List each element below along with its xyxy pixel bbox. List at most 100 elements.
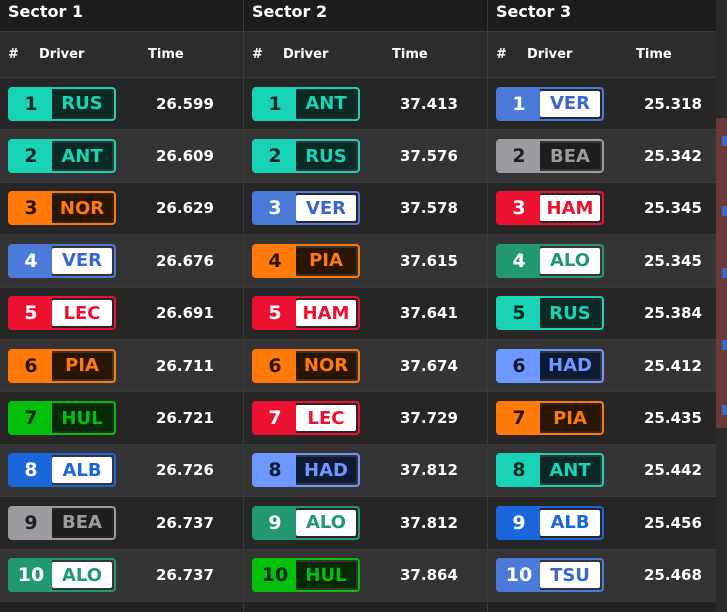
driver-badge[interactable]: 1 RUS [8, 86, 116, 121]
driver-badge[interactable]: 6 HAD [496, 348, 604, 383]
sector-2-title: Sector 2 [244, 0, 487, 31]
position-number: 10 [10, 560, 52, 591]
driver-badge[interactable]: 4 PIA [252, 243, 360, 278]
driver-badge[interactable]: 2 ANT [8, 139, 116, 174]
table-row: 6 NOR 37.674 [244, 339, 487, 393]
table-row: 3 NOR 26.629 [0, 182, 243, 236]
sector-2-column-header: # Driver Time [244, 31, 487, 78]
driver-code: RUS [296, 143, 356, 170]
position-number: 7 [498, 403, 540, 434]
driver-badge[interactable]: 7 HUL [8, 401, 116, 436]
driver-badge[interactable]: 6 NOR [252, 348, 360, 383]
sector-time: 26.599 [156, 94, 214, 113]
driver-badge[interactable]: 3 HAM [496, 191, 604, 226]
sector-2-panel: Sector 2 # Driver Time 1 ANT 37.413 2 RUS 37.… [244, 0, 488, 612]
column-header-time: Time [148, 47, 184, 62]
position-number: 10 [498, 560, 540, 591]
position-number: 1 [10, 88, 52, 119]
sector-time: 25.384 [644, 304, 702, 323]
driver-code: NOR [296, 352, 356, 379]
driver-badge[interactable]: 9 BEA [8, 505, 116, 540]
driver-badge[interactable]: 5 LEC [8, 296, 116, 331]
driver-badge[interactable]: 6 PIA [8, 348, 116, 383]
driver-badge[interactable]: 2 RUS [252, 139, 360, 174]
column-header-time: Time [636, 47, 672, 62]
column-header-position: # [8, 47, 19, 62]
sector-time: 26.629 [156, 199, 214, 218]
driver-code: NOR [52, 195, 112, 222]
driver-code: ALO [540, 247, 600, 274]
table-row: 3 HAM 25.345 [488, 182, 716, 236]
driver-badge[interactable]: 1 ANT [252, 86, 360, 121]
driver-code: PIA [52, 352, 112, 379]
position-number: 5 [10, 298, 52, 329]
position-number: 3 [10, 193, 52, 224]
table-row: 5 LEC 26.691 [0, 287, 243, 340]
table-row: 10 ALO 26.737 [0, 549, 243, 602]
driver-code: VER [52, 247, 112, 274]
driver-code: VER [540, 90, 600, 117]
sector-time: 26.737 [156, 513, 214, 532]
table-row: 1 ANT 37.413 [244, 78, 487, 131]
driver-code: HAM [296, 300, 356, 327]
driver-code: ALO [52, 562, 112, 589]
position-number: 6 [254, 350, 296, 381]
driver-badge[interactable]: 10 HUL [252, 558, 360, 593]
column-header-time: Time [392, 47, 428, 62]
driver-badge[interactable]: 9 ALO [252, 505, 360, 540]
driver-code: HAD [296, 457, 356, 484]
driver-badge[interactable]: 7 PIA [496, 401, 604, 436]
driver-code: ALB [540, 509, 600, 536]
sector-time: 25.345 [644, 251, 702, 270]
driver-badge[interactable]: 8 ALB [8, 453, 116, 488]
driver-badge[interactable]: 10 ALO [8, 558, 116, 593]
sector-time: 26.726 [156, 461, 214, 480]
sector-time: 37.413 [400, 94, 458, 113]
sector-3-panel: Sector 3 # Driver Time 1 VER 25.318 2 BEA 25.… [488, 0, 716, 612]
position-number: 9 [498, 507, 540, 538]
driver-badge[interactable]: 5 HAM [252, 296, 360, 331]
driver-code: HAM [540, 195, 600, 222]
column-header-position: # [496, 47, 507, 62]
position-number: 2 [10, 141, 52, 172]
driver-badge[interactable]: 1 VER [496, 86, 604, 121]
driver-badge[interactable]: 10 TSU [496, 558, 604, 593]
table-row: 1 VER 25.318 [488, 78, 716, 131]
sector-3-title: Sector 3 [488, 0, 716, 31]
table-row: 2 RUS 37.576 [244, 130, 487, 183]
column-header-driver: Driver [39, 47, 85, 62]
position-number: 6 [498, 350, 540, 381]
table-row: 3 VER 37.578 [244, 182, 487, 236]
driver-badge[interactable]: 7 LEC [252, 401, 360, 436]
table-row: 1 RUS 26.599 [0, 78, 243, 131]
driver-badge[interactable]: 8 HAD [252, 453, 360, 488]
sector-time: 25.318 [644, 94, 702, 113]
position-number: 6 [10, 350, 52, 381]
position-number: 1 [254, 88, 296, 119]
driver-badge[interactable]: 4 ALO [496, 243, 604, 278]
table-row: 5 RUS 25.384 [488, 287, 716, 340]
position-number: 2 [498, 141, 540, 172]
sector-time: 25.468 [644, 566, 702, 585]
table-row: 5 HAM 37.641 [244, 287, 487, 340]
background-marker [722, 268, 727, 278]
position-number: 7 [10, 403, 52, 434]
driver-badge[interactable]: 4 VER [8, 243, 116, 278]
column-header-driver: Driver [283, 47, 329, 62]
position-number: 5 [254, 298, 296, 329]
driver-badge[interactable]: 5 RUS [496, 296, 604, 331]
driver-badge[interactable]: 3 NOR [8, 191, 116, 226]
table-row: 4 VER 26.676 [0, 235, 243, 288]
driver-badge[interactable]: 9 ALB [496, 505, 604, 540]
background-marker [722, 136, 727, 146]
driver-code: ANT [540, 457, 600, 484]
background-marker [722, 206, 727, 216]
sector-time: 25.435 [644, 409, 702, 428]
driver-badge[interactable]: 2 BEA [496, 139, 604, 174]
table-row: 10 TSU 25.468 [488, 549, 716, 602]
driver-badge[interactable]: 8 ANT [496, 453, 604, 488]
driver-code: BEA [52, 509, 112, 536]
driver-badge[interactable]: 3 VER [252, 191, 360, 226]
sector-time: 37.812 [400, 461, 458, 480]
background-window-edge [716, 0, 727, 612]
